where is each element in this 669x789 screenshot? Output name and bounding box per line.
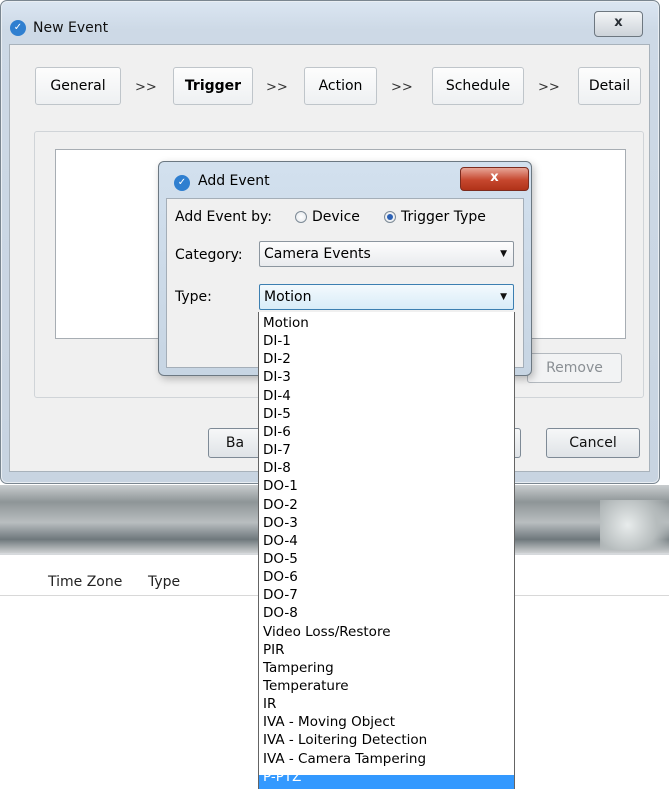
dropdown-option[interactable]: DO-3 (263, 515, 298, 531)
type-label: Type: (175, 289, 212, 305)
app-logo-icon: ✓ (10, 20, 26, 36)
step-separator: >> (135, 80, 157, 95)
step-trigger[interactable]: Trigger (173, 67, 253, 105)
chevron-down-icon: ▼ (500, 249, 507, 259)
category-value: Camera Events (264, 246, 371, 262)
category-select[interactable]: Camera Events ▼ (259, 241, 514, 267)
dropdown-option[interactable]: DI-8 (263, 460, 291, 476)
app-logo-icon: ✓ (174, 175, 190, 191)
window-title: New Event (33, 20, 109, 36)
dropdown-option[interactable]: DO-6 (263, 569, 298, 585)
radio-icon[interactable] (295, 211, 307, 223)
dropdown-option[interactable]: DO-2 (263, 497, 298, 513)
column-header-time-zone[interactable]: Time Zone (48, 574, 122, 590)
dropdown-option[interactable]: P-PTZ (263, 769, 301, 785)
step-action[interactable]: Action (304, 67, 377, 105)
dropdown-option[interactable]: PIR (263, 642, 285, 658)
radio-icon[interactable] (384, 211, 396, 223)
dialog-title: Add Event (198, 173, 270, 189)
dropdown-option[interactable]: IVA - Camera Tampering (263, 751, 426, 767)
dropdown-option[interactable]: DI-6 (263, 424, 291, 440)
dropdown-option[interactable]: DO-7 (263, 587, 298, 603)
dropdown-option[interactable]: Video Loss/Restore (263, 624, 391, 640)
dropdown-option[interactable]: IVA - Loitering Detection (263, 732, 427, 748)
type-select[interactable]: Motion ▼ (259, 284, 514, 310)
type-dropdown-list[interactable]: Motion DI-1 DI-2 DI-3 DI-4 DI-5 DI-6 DI-7 DI-8 DO… (258, 312, 515, 789)
dropdown-option[interactable]: DI-2 (263, 351, 291, 367)
dropdown-option[interactable]: DI-5 (263, 406, 291, 422)
step-general[interactable]: General (35, 67, 121, 105)
step-schedule[interactable]: Schedule (432, 67, 524, 105)
type-value: Motion (264, 289, 312, 305)
dropdown-option[interactable]: DO-8 (263, 605, 298, 621)
column-header-type[interactable]: Type (148, 574, 180, 590)
dropdown-option[interactable]: Temperature (263, 678, 349, 694)
category-label: Category: (175, 247, 243, 263)
cancel-button[interactable]: Cancel (546, 428, 640, 458)
dropdown-option[interactable]: DI-7 (263, 442, 291, 458)
dropdown-option[interactable]: Motion (263, 315, 309, 331)
step-separator: >> (266, 80, 288, 95)
dropdown-option[interactable]: DO-5 (263, 551, 298, 567)
dropdown-option[interactable]: DI-1 (263, 333, 291, 349)
step-separator: >> (391, 80, 413, 95)
close-icon[interactable]: x (460, 167, 529, 191)
dropdown-option[interactable]: DO-4 (263, 533, 298, 549)
remove-button[interactable]: Remove (527, 353, 622, 383)
radio-device-label[interactable]: Device (312, 209, 360, 225)
step-separator: >> (538, 80, 560, 95)
dropdown-option[interactable]: IR (263, 696, 276, 712)
close-icon[interactable]: x (594, 11, 643, 37)
dropdown-option[interactable]: DI-4 (263, 388, 291, 404)
dropdown-option[interactable]: Tampering (263, 660, 334, 676)
add-event-by-label: Add Event by: (175, 209, 272, 225)
step-detail[interactable]: Detail (578, 67, 641, 105)
radio-trigger-type-label[interactable]: Trigger Type (401, 209, 486, 225)
dropdown-option[interactable]: DO-1 (263, 478, 298, 494)
back-button[interactable]: Ba (208, 428, 262, 458)
dropdown-option[interactable]: IVA - Moving Object (263, 714, 395, 730)
background-video-highlight (600, 500, 669, 550)
dropdown-option[interactable]: DI-3 (263, 369, 291, 385)
chevron-down-icon: ▼ (500, 292, 507, 302)
